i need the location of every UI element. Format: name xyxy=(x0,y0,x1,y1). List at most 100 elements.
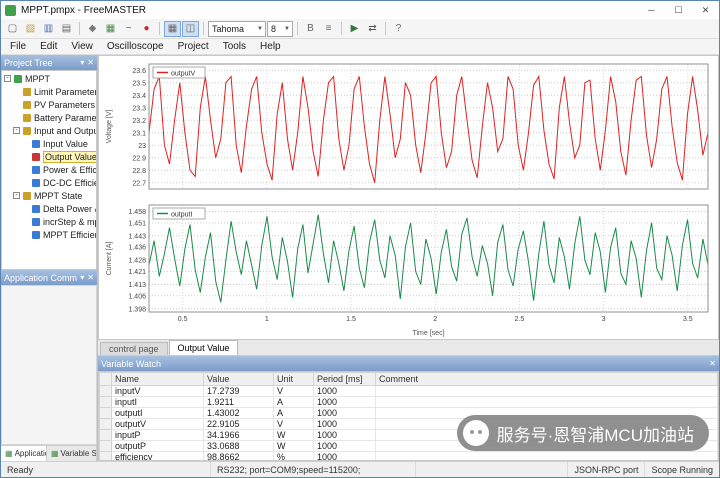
watch-cell-period-ms: 1000 xyxy=(314,419,376,430)
svg-text:22.8: 22.8 xyxy=(132,168,146,175)
tree-item-delta-power-voltage[interactable]: Delta Power & Voltage xyxy=(2,202,96,215)
freemaster-window: { "window": { "title": "MPPT.pmpx - Free… xyxy=(0,0,720,478)
project-tree-close-button[interactable]: ✕ xyxy=(87,58,94,67)
tree-expander-icon[interactable]: - xyxy=(13,192,20,199)
watch-column-value[interactable]: Value xyxy=(204,373,274,386)
watch-row-gutter xyxy=(100,408,112,419)
svg-text:Current [A]: Current [A] xyxy=(106,241,113,275)
font-family-combo[interactable]: Tahoma▼ xyxy=(208,21,266,37)
watch-column-period-ms[interactable]: Period [ms] xyxy=(314,373,376,386)
sidebar-tab-label: Variable Sti... xyxy=(61,449,97,458)
tree-item-mppt-efficiency[interactable]: MPPT Efficiency xyxy=(2,228,96,241)
panel-tab-icon: ▦ xyxy=(51,449,59,458)
start-stop-icon[interactable]: ▶ xyxy=(346,21,363,37)
menu-tools[interactable]: Tools xyxy=(216,41,253,52)
app-commands-title: Application Commands xyxy=(4,273,77,283)
toolbar-separator xyxy=(79,22,80,35)
tree-item-power-efficiency[interactable]: Power & Efficiency xyxy=(2,163,96,176)
project-tree-collapse-button[interactable]: ▾ xyxy=(80,58,84,67)
tree-expander-icon[interactable]: - xyxy=(4,75,11,82)
toolbar-separator xyxy=(297,22,298,35)
chevron-down-icon[interactable]: ▼ xyxy=(284,26,290,32)
watch-cell-name: outputP xyxy=(112,441,204,452)
scope-tab-control-page[interactable]: control page xyxy=(100,342,168,355)
recorder-icon[interactable]: ● xyxy=(138,21,155,37)
save-project-icon[interactable]: ▥ xyxy=(40,21,57,37)
connection-icon[interactable]: ⇄ xyxy=(364,21,381,37)
svg-text:23.5: 23.5 xyxy=(132,80,146,87)
watch-column-name[interactable]: Name xyxy=(112,373,204,386)
help-icon[interactable]: ? xyxy=(390,21,407,37)
watch-cell-value: 1.43002 xyxy=(204,408,274,419)
minimize-button[interactable]: ─ xyxy=(638,1,665,19)
watch-row-gutter xyxy=(100,441,112,452)
watch-column-unit[interactable]: Unit xyxy=(274,373,314,386)
svg-text:22.7: 22.7 xyxy=(132,180,146,187)
watch-row-efficiency[interactable]: efficiency98.8662%1000 xyxy=(100,452,718,462)
print-icon[interactable]: ▤ xyxy=(58,21,75,37)
status-ready: Ready xyxy=(1,462,211,477)
grid-view-icon[interactable]: ▦ xyxy=(164,21,181,37)
sidebar-tab-applicatio[interactable]: ▦Applicatio... xyxy=(1,446,47,461)
maximize-button[interactable]: ☐ xyxy=(665,1,692,19)
svg-text:2: 2 xyxy=(433,316,437,323)
project-options-icon[interactable]: ◆ xyxy=(84,21,101,37)
font-size-combo[interactable]: 8▼ xyxy=(267,21,293,37)
variable-watch-close-button[interactable]: ✕ xyxy=(709,359,716,368)
project-tree: -MPPTLimit ParametersPV ParametersBatter… xyxy=(1,70,97,270)
svg-text:23: 23 xyxy=(138,143,146,150)
svg-text:3.5: 3.5 xyxy=(683,316,693,323)
menu-edit[interactable]: Edit xyxy=(33,41,64,52)
watch-cell-period-ms: 1000 xyxy=(314,452,376,462)
menu-help[interactable]: Help xyxy=(253,41,288,52)
close-button[interactable]: ✕ xyxy=(692,1,719,19)
app-commands-close-button[interactable]: ✕ xyxy=(87,273,94,282)
chevron-down-icon[interactable]: ▼ xyxy=(257,26,263,32)
watch-row-inputi[interactable]: inputI1.9211A1000 xyxy=(100,397,718,408)
tree-item-dc-dc-efficiency[interactable]: DC-DC Efficiency xyxy=(2,176,96,189)
split-view-icon[interactable]: ◫ xyxy=(182,21,199,37)
oscilloscope-icon[interactable]: ~ xyxy=(120,21,137,37)
svg-text:outputI: outputI xyxy=(171,211,192,218)
tree-item-pv-parameters[interactable]: PV Parameters xyxy=(2,98,96,111)
status-rpc-port: JSON-RPC port xyxy=(568,462,645,477)
tree-item-input-value[interactable]: Input Value xyxy=(2,137,96,150)
oscilloscope-area: 23.623.523.423.323.223.12322.922.822.7ou… xyxy=(98,55,719,340)
watch-column-comment[interactable]: Comment xyxy=(376,373,718,386)
sidebar-tab-variable-sti[interactable]: ▦Variable Sti... xyxy=(47,446,97,461)
window-controls: ─ ☐ ✕ xyxy=(638,1,719,19)
menu-view[interactable]: View xyxy=(64,41,100,52)
scope-icon xyxy=(32,140,40,148)
svg-text:1.398: 1.398 xyxy=(128,306,146,313)
open-project-icon[interactable]: ▧ xyxy=(22,21,39,37)
tree-item-limit-parameters[interactable]: Limit Parameters xyxy=(2,85,96,98)
bold-icon[interactable]: B xyxy=(302,21,319,37)
app-commands-collapse-button[interactable]: ▾ xyxy=(80,273,84,282)
svg-text:1.5: 1.5 xyxy=(346,316,356,323)
new-project-icon[interactable]: ▢ xyxy=(4,21,21,37)
scope-tab-output-value[interactable]: Output Value xyxy=(169,340,239,355)
tree-item-input-and-output-state[interactable]: -Input and Output State xyxy=(2,124,96,137)
tree-item-mppt[interactable]: -MPPT xyxy=(2,72,96,85)
variable-watch-icon[interactable]: ▦ xyxy=(102,21,119,37)
font-size-combo-value: 8 xyxy=(271,24,276,34)
watch-cell-unit: V xyxy=(274,386,314,397)
toolbar-separator xyxy=(385,22,386,35)
tree-item-incrstep-mpptout[interactable]: incrStep & mpptOut xyxy=(2,215,96,228)
align-left-icon[interactable]: ≡ xyxy=(320,21,337,37)
sidebar: Project Tree ▾ ✕ -MPPTLimit ParametersPV… xyxy=(1,55,98,461)
project-icon xyxy=(14,75,22,83)
panel-tab-icon: ▦ xyxy=(5,449,13,458)
tree-item-mppt-state[interactable]: -MPPT State xyxy=(2,189,96,202)
tree-expander-icon[interactable]: - xyxy=(13,127,20,134)
menu-file[interactable]: File xyxy=(3,41,33,52)
svg-text:1: 1 xyxy=(265,316,269,323)
tree-item-battery-parameters[interactable]: Battery Parameters xyxy=(2,111,96,124)
watch-row-inputv[interactable]: inputV17.2739V1000 xyxy=(100,386,718,397)
tree-item-output-value-recording[interactable]: Output Value (recording) xyxy=(2,150,96,163)
svg-text:23.1: 23.1 xyxy=(132,130,146,137)
menu-oscilloscope[interactable]: Oscilloscope xyxy=(100,41,171,52)
scope-chart-outputv[interactable]: 23.623.523.423.323.223.12322.922.822.7ou… xyxy=(101,58,716,197)
scope-chart-outputi[interactable]: 1.4581.4511.4431.4361.4281.4211.4131.406… xyxy=(101,199,716,338)
menu-project[interactable]: Project xyxy=(171,41,216,52)
